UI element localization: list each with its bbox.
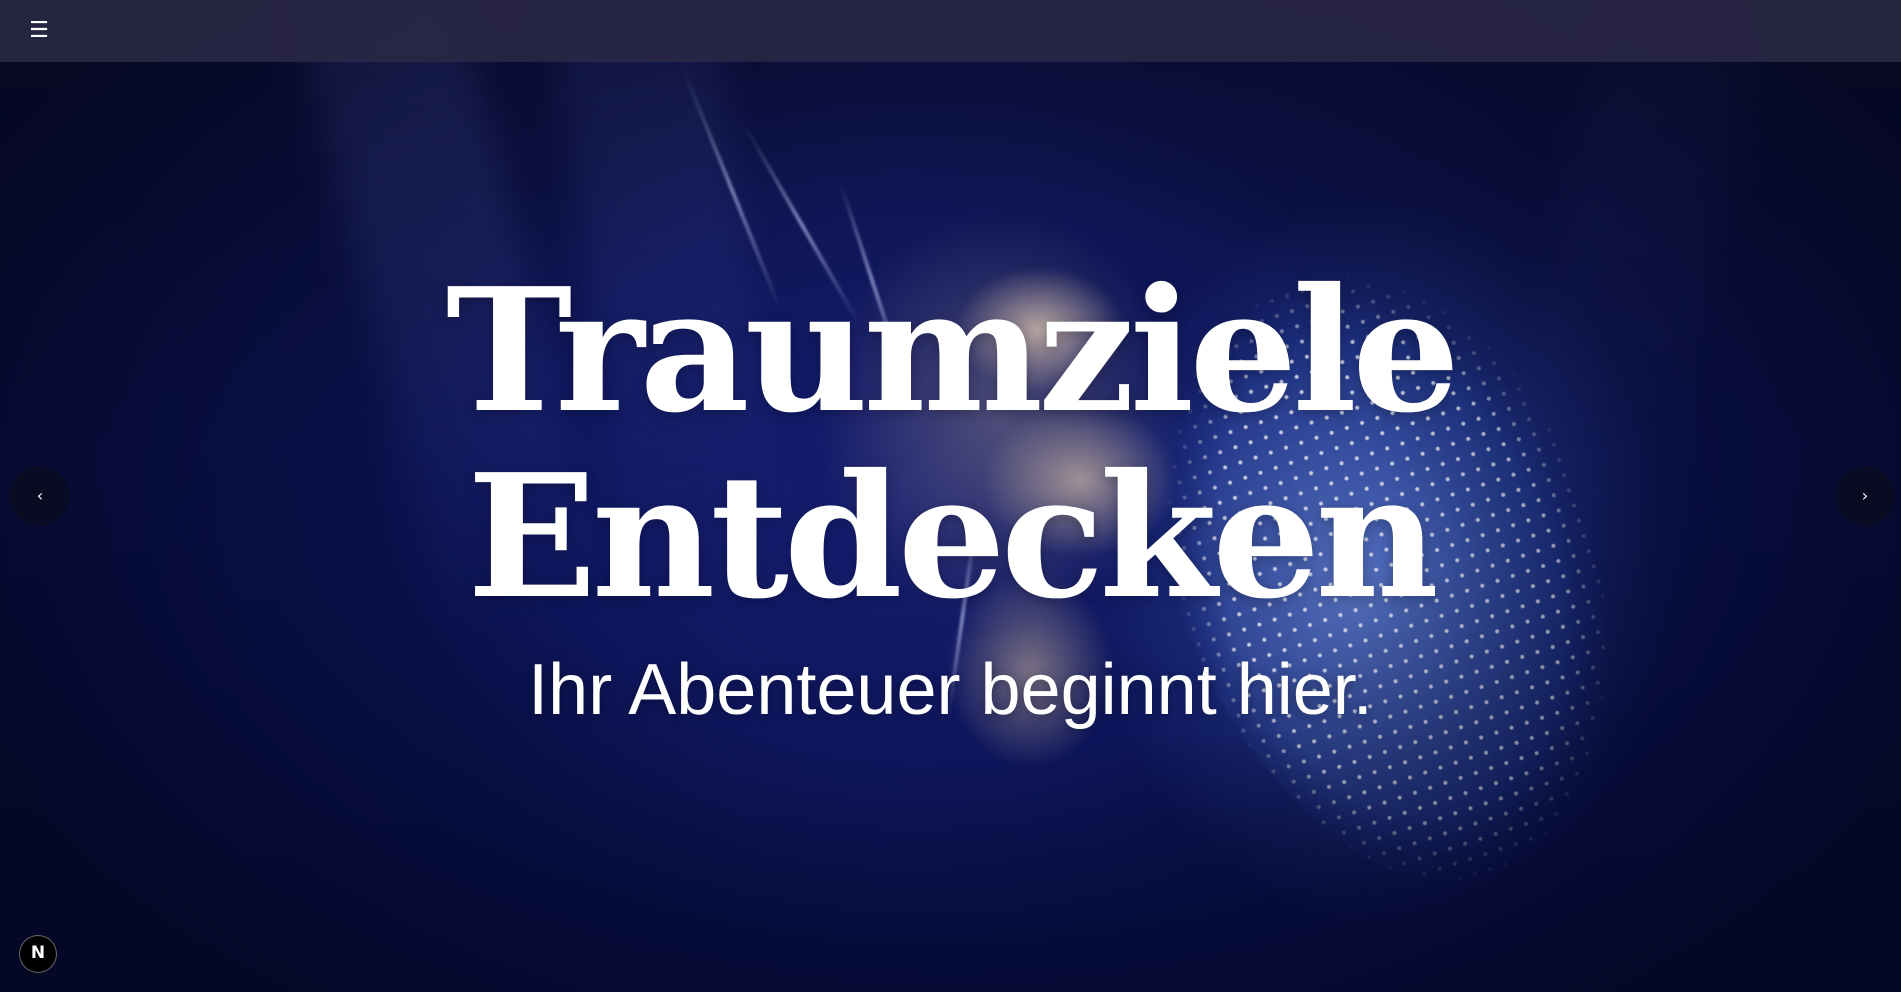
hero-title-line-2: Entdecken bbox=[467, 437, 1439, 637]
hero-subtitle: Ihr Abenteuer beginnt hier. bbox=[528, 650, 1373, 730]
hamburger-icon: ☰ bbox=[29, 18, 49, 43]
carousel-next-button[interactable]: › bbox=[1835, 466, 1895, 526]
carousel-prev-button[interactable]: ‹ bbox=[10, 466, 70, 526]
hamburger-menu-button[interactable]: ☰ bbox=[22, 14, 56, 48]
hero-title-line-1: Traumziele bbox=[445, 251, 1460, 451]
chevron-left-icon: ‹ bbox=[36, 486, 44, 505]
nextjs-logo-icon: N bbox=[30, 943, 46, 963]
top-navigation-bar: ☰ bbox=[0, 0, 1901, 62]
hero-title: Traumziele Entdecken bbox=[0, 258, 1901, 630]
nextjs-dev-badge[interactable]: N bbox=[19, 935, 57, 973]
chevron-right-icon: › bbox=[1861, 486, 1869, 505]
